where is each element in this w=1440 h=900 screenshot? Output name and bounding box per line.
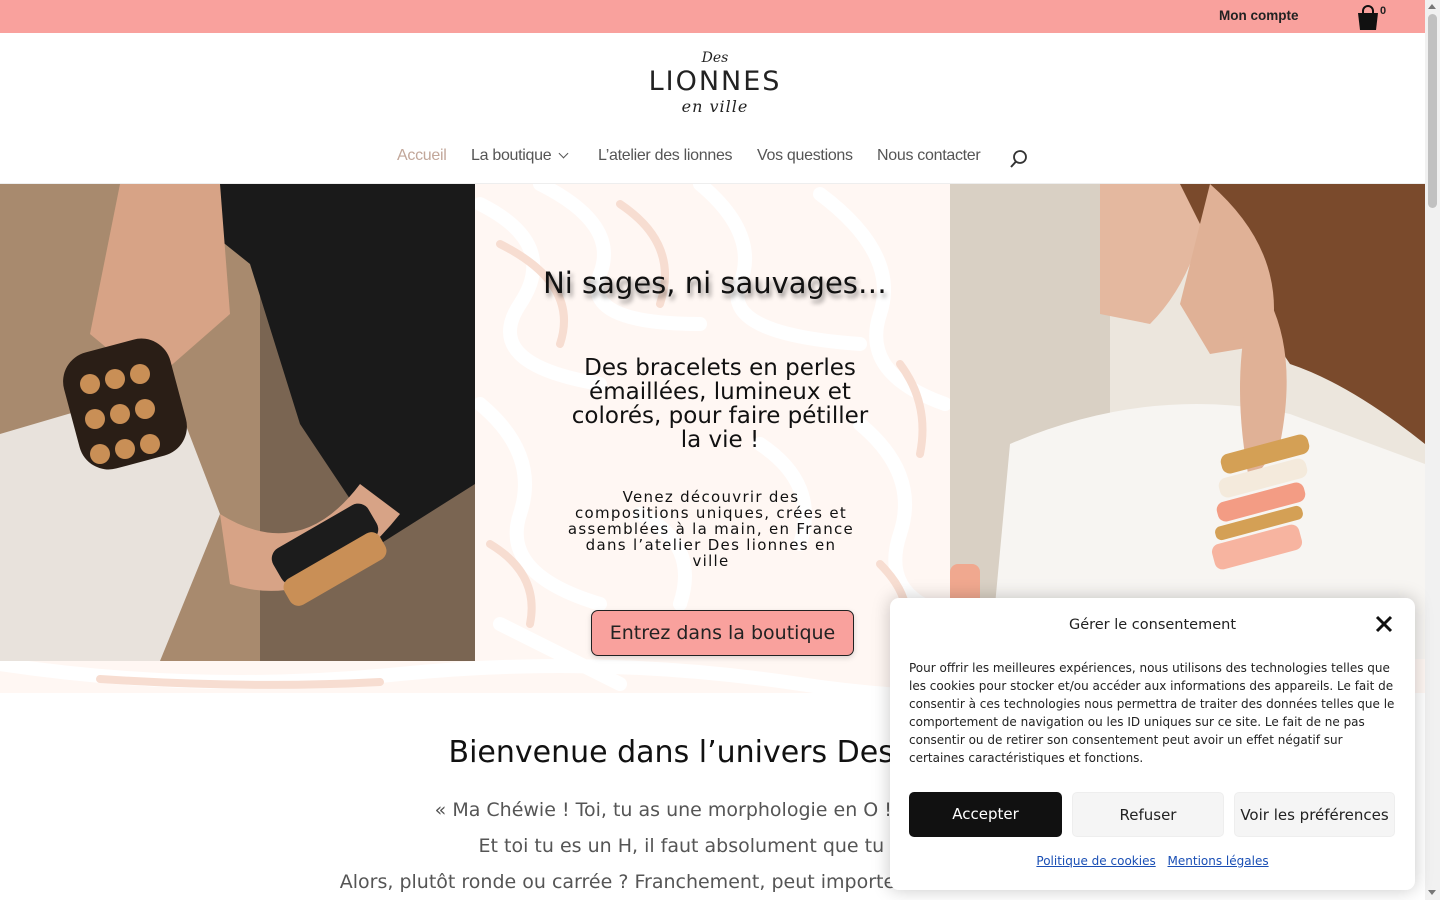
shopping-bag-icon [1358,5,1378,30]
cookie-consent-dialog: Gérer le consentement Pour offrir les me… [890,598,1415,890]
logo-line-3: en ville [681,97,749,116]
enter-shop-button[interactable]: Entrez dans la boutique [591,610,854,656]
hero-title: Ni sages, ni sauvages… [543,266,887,300]
cookie-policy-link[interactable]: Politique de cookies [1036,854,1155,868]
page-scrollbar[interactable] [1425,0,1440,900]
main-nav: Accueil La boutique L’atelier des lionne… [0,145,1425,171]
consent-links: Politique de cookies Mentions légales [890,854,1415,868]
hero-description: Venez découvrir des compositions uniques… [567,488,855,570]
hero-photo-left [0,184,475,661]
cart-button[interactable]: 0 [1356,5,1396,31]
cart-count: 0 [1380,5,1387,17]
logo-line-2: LIONNES [648,66,782,97]
legal-notice-link[interactable]: Mentions légales [1168,854,1269,868]
chevron-down-icon [558,148,569,159]
nav-item-accueil[interactable]: Accueil [397,147,447,165]
refuse-button[interactable]: Refuser [1072,792,1224,837]
hero-subtitle: Des bracelets en perles émaillées, lumin… [571,355,869,453]
top-bar: Mon compte 0 [0,0,1425,33]
site-header: Des LIONNES en ville Accueil La boutique… [0,33,1425,184]
view-preferences-button[interactable]: Voir les préférences [1234,792,1395,837]
nav-item-atelier[interactable]: L’atelier des lionnes [598,147,733,165]
consent-text: Pour offrir les meilleures expériences, … [909,661,1395,765]
close-icon[interactable] [1374,614,1394,634]
nav-item-label: La boutique [471,147,552,164]
nav-item-la-boutique[interactable]: La boutique [471,147,569,165]
logo-line-1: Des [701,50,729,66]
accept-button[interactable]: Accepter [909,792,1062,837]
scroll-up-arrow[interactable] [1428,4,1436,9]
scroll-thumb[interactable] [1428,14,1437,208]
nav-item-nous-contacter[interactable]: Nous contacter [877,147,981,165]
search-icon[interactable] [1009,149,1029,169]
hero-photo-right [950,184,1425,659]
consent-title: Gérer le consentement [1068,617,1237,633]
site-logo[interactable]: Des LIONNES en ville [640,49,790,129]
my-account-link[interactable]: Mon compte [1219,8,1299,23]
scroll-down-arrow[interactable] [1428,890,1436,895]
nav-item-vos-questions[interactable]: Vos questions [757,147,853,165]
